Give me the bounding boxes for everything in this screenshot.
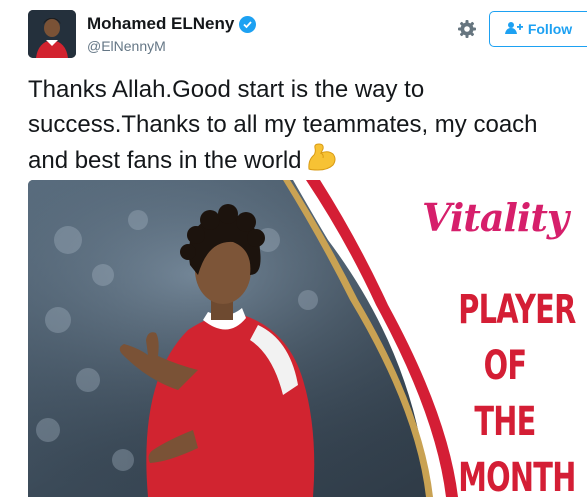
vitality-logo: Vitality	[422, 195, 569, 240]
award-line: PLAYER	[458, 287, 576, 333]
add-user-icon	[504, 21, 523, 38]
tweet-text: Thanks Allah.Good start is the way to su…	[28, 72, 583, 182]
flexed-biceps-icon	[306, 142, 338, 182]
tweet-header: Mohamed ELNeny @ElNennyM Follow	[0, 0, 587, 66]
follow-button[interactable]: Follow	[489, 11, 587, 47]
gear-icon[interactable]	[455, 17, 479, 41]
display-name[interactable]: Mohamed ELNeny	[87, 14, 234, 34]
award-line: MONTH	[458, 455, 576, 497]
avatar[interactable]	[28, 10, 76, 58]
tweet-body: Thanks Allah.Good start is the way to su…	[28, 76, 538, 174]
award-line: OF THE	[474, 343, 536, 445]
name-row: Mohamed ELNeny	[87, 14, 257, 34]
award-title: PLAYER OF THE MONTH	[458, 282, 576, 497]
user-handle[interactable]: @ElNennyM	[87, 38, 166, 54]
follow-label: Follow	[527, 21, 573, 37]
verified-icon	[239, 15, 257, 33]
